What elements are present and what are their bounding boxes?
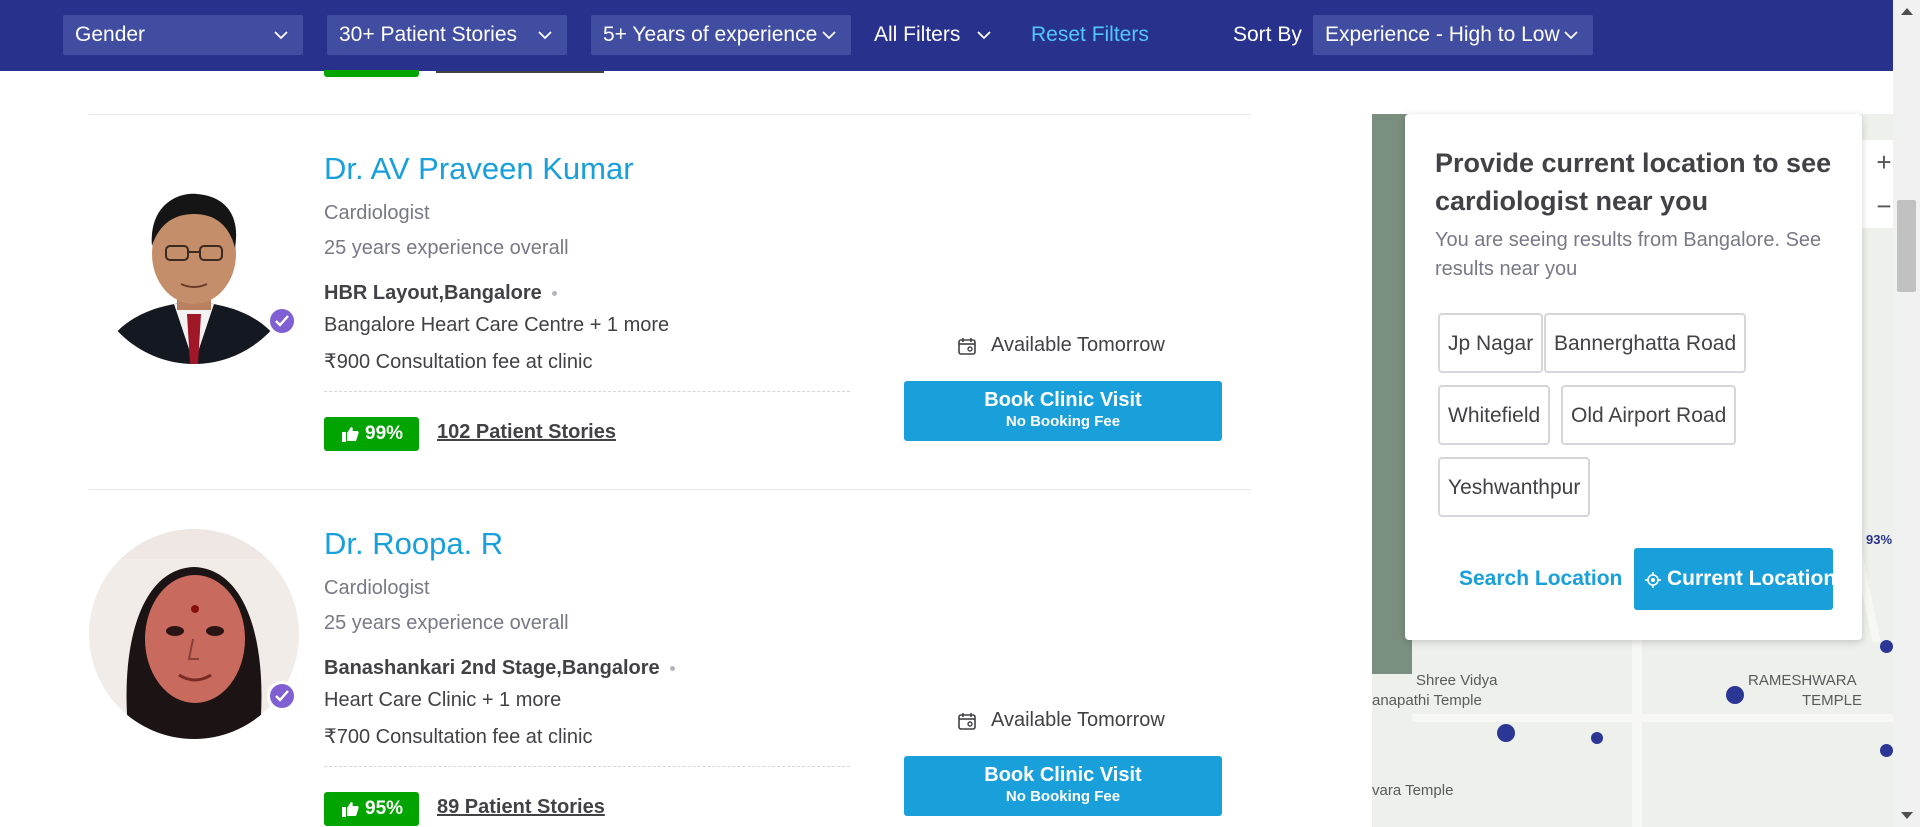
separator-dot <box>551 291 557 297</box>
book-clinic-visit-button[interactable]: Book Clinic Visit No Booking Fee <box>904 756 1222 816</box>
current-location-label: Current Location <box>1667 567 1837 590</box>
calendar-icon <box>958 713 976 730</box>
map-label: TEMPLE <box>1802 692 1863 709</box>
map-road <box>1412 714 1893 722</box>
thumbs-up-icon <box>342 427 359 442</box>
gender-filter-label: Gender <box>75 23 146 46</box>
location-chip-bannerghatta-road[interactable]: Bannerghatta Road <box>1544 313 1747 373</box>
doctor-locality: Banashankari 2nd Stage,Bangalore <box>324 657 660 679</box>
location-panel-title: Provide current location to see cardiolo… <box>1435 148 1832 216</box>
map-marker[interactable] <box>1591 732 1603 744</box>
sort-dropdown[interactable]: Experience - High to Low <box>1313 15 1593 55</box>
patient-stories-link[interactable]: 89 Patient Stories <box>437 796 605 819</box>
location-chip-whitefield[interactable]: Whitefield <box>1438 385 1551 445</box>
thumbs-up-icon <box>342 802 359 817</box>
experience-filter-dropdown[interactable]: 5+ Years of experience <box>591 15 851 55</box>
book-button-label: Book Clinic Visit <box>984 764 1142 786</box>
location-panel-subtitle: You are seeing results from Bangalore. S… <box>1435 229 1822 280</box>
verified-check-icon <box>267 681 297 711</box>
sort-value: Experience - High to Low <box>1325 23 1560 46</box>
doctor-location: HBR Layout,Bangalore <box>324 282 557 305</box>
doctor-card: Dr. AV Praveen Kumar Cardiologist 25 yea… <box>89 114 1251 489</box>
book-button-label: Book Clinic Visit <box>984 389 1142 411</box>
chevron-down-icon <box>822 31 836 40</box>
availability: Available Tomorrow <box>957 709 1165 732</box>
location-chip-yeshwanthpur[interactable]: Yeshwanthpur <box>1438 457 1591 517</box>
book-button-sublabel: No Booking Fee <box>1005 788 1121 805</box>
map-marker[interactable] <box>1497 724 1515 742</box>
all-filters-button[interactable]: All Filters <box>874 15 992 55</box>
doctor-clinic[interactable]: Bangalore Heart Care Centre + 1 more <box>324 314 669 337</box>
separator-dot <box>669 666 675 672</box>
map-zoom-in-button[interactable]: + <box>1862 140 1893 184</box>
doctor-name-link[interactable]: Dr. Roopa. R <box>324 526 503 562</box>
gender-filter-dropdown[interactable]: Gender <box>63 15 303 55</box>
map-label: RAMESHWARA <box>1748 672 1857 689</box>
map-zoom-out-button[interactable]: − <box>1862 184 1893 228</box>
doctor-specialty: Cardiologist <box>324 577 430 599</box>
chevron-down-icon <box>977 31 991 40</box>
map-label: vara Temple <box>1372 782 1454 799</box>
dashed-divider <box>324 391 850 392</box>
availability-text: Available Tomorrow <box>991 709 1165 731</box>
book-button-sublabel: No Booking Fee <box>1005 413 1121 430</box>
patient-stories-filter-dropdown[interactable]: 30+ Patient Stories <box>327 15 567 55</box>
search-location-link[interactable]: Search Location <box>1459 567 1622 591</box>
patient-stories-link[interactable]: 102 Patient Stories <box>437 421 616 444</box>
book-clinic-visit-button[interactable]: Book Clinic Visit No Booking Fee <box>904 381 1222 441</box>
chevron-down-icon <box>274 31 288 40</box>
doctor-avatar[interactable] <box>89 529 299 739</box>
map-marker[interactable] <box>1880 744 1893 757</box>
scroll-down-arrow-icon[interactable] <box>1901 812 1913 819</box>
doctor-location: Banashankari 2nd Stage,Bangalore <box>324 657 675 680</box>
reset-filters-link[interactable]: Reset Filters <box>1031 15 1149 55</box>
availability: Available Tomorrow <box>957 334 1165 357</box>
doctor-clinic[interactable]: Heart Care Clinic + 1 more <box>324 689 561 712</box>
location-chip-old-airport-road[interactable]: Old Airport Road <box>1561 385 1737 445</box>
experience-filter-label: 5+ Years of experience <box>603 23 818 46</box>
patient-stories-filter-label: 30+ Patient Stories <box>339 23 518 46</box>
chevron-down-icon <box>1564 31 1578 40</box>
sort-by-label: Sort By <box>1233 23 1302 46</box>
consultation-fee: ₹900 Consultation fee at clinic <box>324 351 593 373</box>
rating-badge: 99% <box>324 417 419 451</box>
doctor-specialty: Cardiologist <box>324 202 430 224</box>
scroll-up-arrow-icon[interactable] <box>1901 8 1913 15</box>
location-panel: Provide current location to see cardiolo… <box>1405 114 1862 640</box>
filter-bar: Gender 30+ Patient Stories 5+ Years of e… <box>0 0 1893 71</box>
availability-text: Available Tomorrow <box>991 334 1165 356</box>
scrollbar-thumb[interactable] <box>1897 200 1916 292</box>
doctor-card: Dr. Roopa. R Cardiologist 25 years exper… <box>89 489 1251 827</box>
doctor-experience: 25 years experience overall <box>324 612 569 634</box>
previous-stories-link-underline <box>436 71 604 73</box>
doctor-locality: HBR Layout,Bangalore <box>324 282 542 304</box>
map-marker[interactable] <box>1880 640 1893 653</box>
dashed-divider <box>324 766 850 767</box>
map-marker[interactable] <box>1726 686 1744 704</box>
rating-badge: 95% <box>324 792 419 826</box>
previous-rating-badge <box>324 70 419 77</box>
consultation-fee: ₹700 Consultation fee at clinic <box>324 726 593 748</box>
map-marker-rating[interactable]: 93% <box>1866 532 1892 547</box>
map-label: anapathi Temple <box>1372 692 1482 709</box>
all-filters-label: All Filters <box>874 23 961 46</box>
chevron-down-icon <box>538 31 552 40</box>
map-label: Shree Vidya <box>1416 672 1498 689</box>
doctor-name-link[interactable]: Dr. AV Praveen Kumar <box>324 151 634 187</box>
verified-check-icon <box>267 306 297 336</box>
doctor-avatar[interactable] <box>89 154 299 364</box>
location-chip-jp-nagar[interactable]: Jp Nagar <box>1438 313 1544 373</box>
location-target-icon <box>1645 572 1661 588</box>
current-location-button[interactable]: Current Location <box>1634 548 1837 610</box>
page-scrollbar[interactable] <box>1893 0 1920 827</box>
calendar-icon <box>958 338 976 355</box>
doctor-experience: 25 years experience overall <box>324 237 569 259</box>
rating-value: 95% <box>365 798 404 819</box>
rating-value: 99% <box>365 423 404 444</box>
